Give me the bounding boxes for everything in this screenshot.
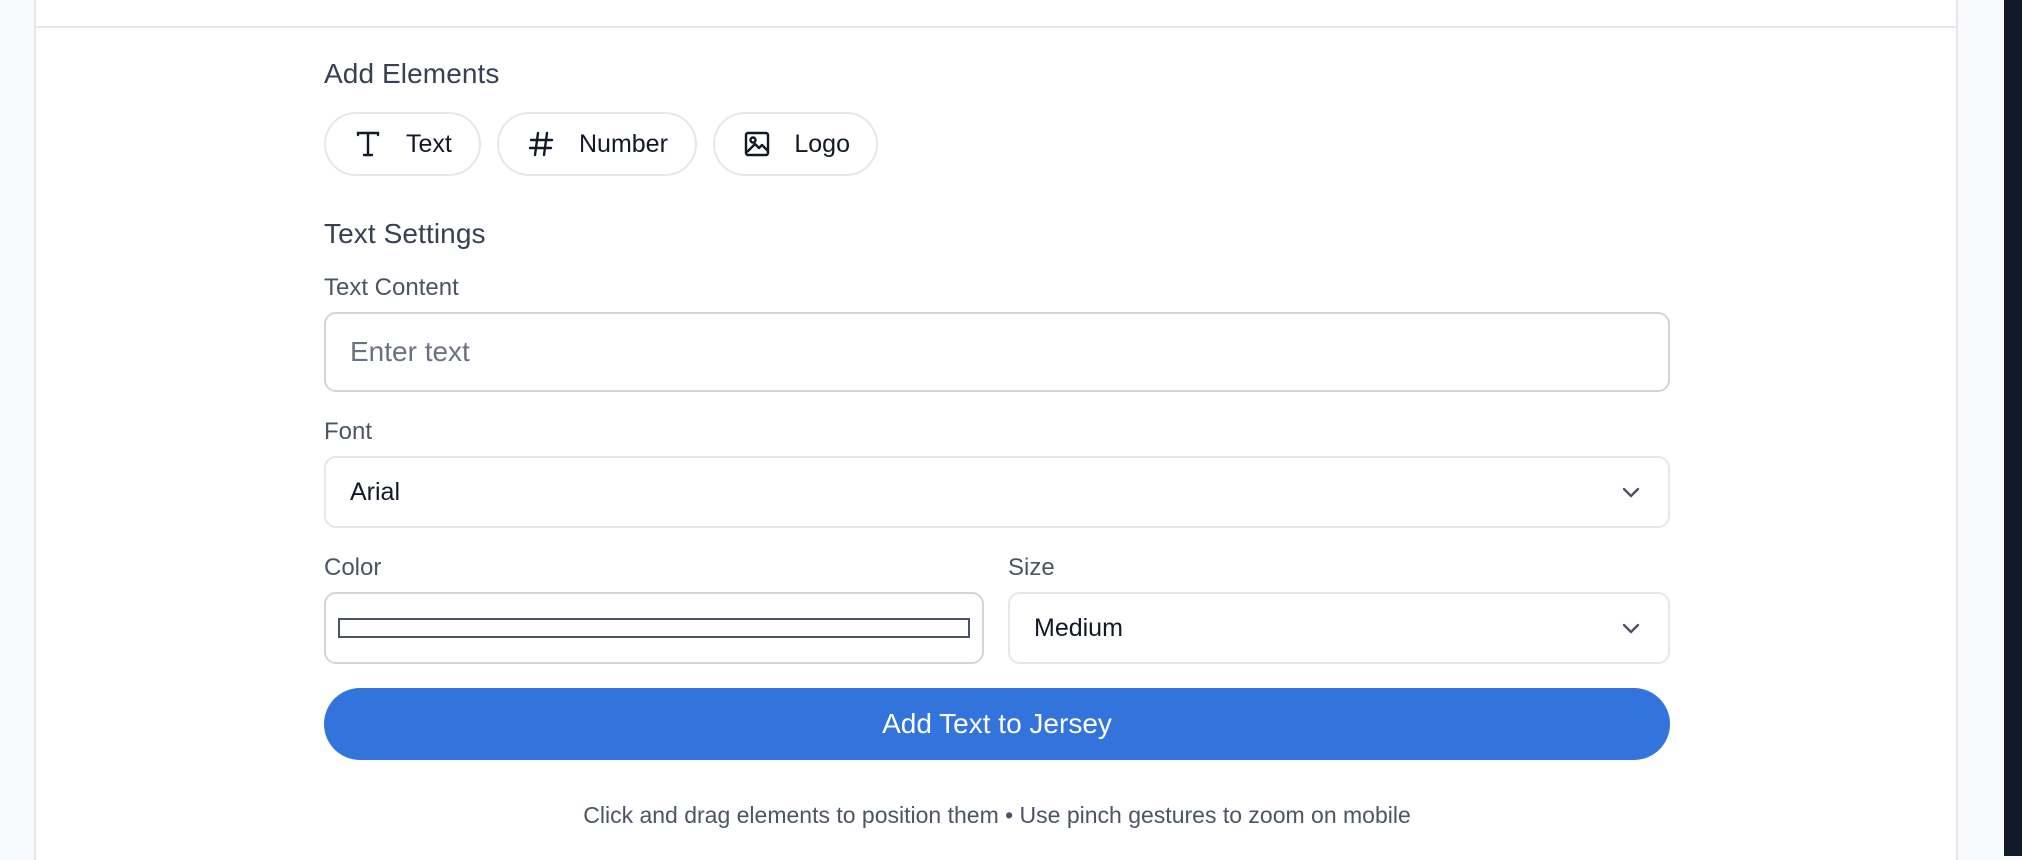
font-label: Font xyxy=(324,418,373,445)
text-settings-heading: Text Settings xyxy=(324,218,486,249)
panel-divider xyxy=(36,26,1956,28)
font-select[interactable]: Arial xyxy=(324,456,1670,528)
hash-icon xyxy=(525,128,557,160)
chevron-down-icon xyxy=(1622,487,1640,498)
size-label: Size xyxy=(1008,554,1055,581)
customizer-panel: Add Elements Text Number Logo Text Setti… xyxy=(34,0,1958,860)
image-icon xyxy=(741,128,772,160)
add-logo-label: Logo xyxy=(794,129,850,158)
add-number-button[interactable]: Number xyxy=(497,112,697,176)
text-content-label: Text Content xyxy=(324,274,459,301)
font-select-value: Arial xyxy=(350,477,401,506)
add-elements-heading: Add Elements xyxy=(324,58,500,89)
color-picker[interactable] xyxy=(324,592,984,664)
text-type-icon xyxy=(352,128,384,160)
add-text-to-jersey-button[interactable]: Add Text to Jersey xyxy=(324,688,1670,760)
size-select[interactable]: Medium xyxy=(1008,592,1670,664)
add-logo-button[interactable]: Logo xyxy=(713,112,878,176)
add-number-label: Number xyxy=(579,129,668,158)
color-swatch xyxy=(338,618,970,638)
text-content-input[interactable] xyxy=(324,312,1670,392)
chevron-down-icon xyxy=(1622,623,1640,634)
add-elements-buttons: Text Number Logo xyxy=(324,112,878,176)
usage-hint: Click and drag elements to position them… xyxy=(583,802,1411,828)
color-label: Color xyxy=(324,554,382,581)
window-edge-strip xyxy=(2004,0,2022,856)
add-text-label: Text xyxy=(406,129,452,158)
add-text-button[interactable]: Text xyxy=(324,112,481,176)
size-select-value: Medium xyxy=(1034,613,1123,642)
